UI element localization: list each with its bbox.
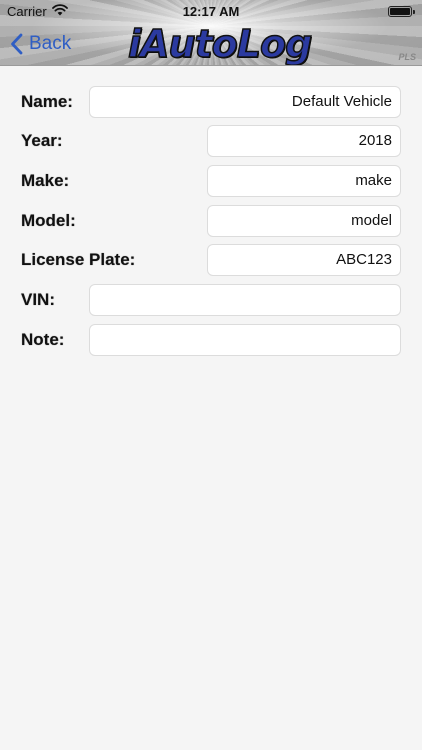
row-vin: VIN: (0, 284, 422, 316)
note-label: Note: (21, 330, 65, 349)
app-logo: iAutoLog (127, 21, 313, 66)
row-model: Model: model (0, 205, 422, 237)
clock: 12:17 AM (182, 4, 240, 19)
year-field[interactable]: 2018 (207, 125, 401, 157)
row-license-plate: License Plate: ABC123 (0, 244, 422, 276)
make-field[interactable]: make (207, 165, 401, 197)
note-field[interactable] (89, 324, 401, 356)
chevron-left-icon (11, 33, 23, 55)
battery-icon (388, 6, 415, 17)
model-label: Model: (21, 211, 76, 230)
row-make: Make: make (0, 165, 422, 197)
status-bar: Carrier 12:17 AM (0, 0, 422, 22)
logo-suffix: PLS (398, 52, 416, 62)
row-note: Note: (0, 324, 422, 356)
name-label: Name: (21, 92, 73, 111)
model-field[interactable]: model (207, 205, 401, 237)
back-label: Back (29, 33, 72, 54)
row-year: Year: 2018 (0, 125, 422, 157)
back-button[interactable]: Back (10, 30, 71, 58)
license-plate-label: License Plate: (21, 250, 136, 269)
make-label: Make: (21, 171, 70, 190)
nav-header: Carrier 12:17 AM Back iAutoLog PLS (0, 0, 422, 66)
name-field[interactable]: Default Vehicle (89, 86, 401, 118)
vin-field[interactable] (89, 284, 401, 316)
row-name: Name: Default Vehicle (0, 86, 422, 118)
year-label: Year: (21, 131, 63, 150)
vin-label: VIN: (21, 290, 55, 309)
license-plate-field[interactable]: ABC123 (207, 244, 401, 276)
